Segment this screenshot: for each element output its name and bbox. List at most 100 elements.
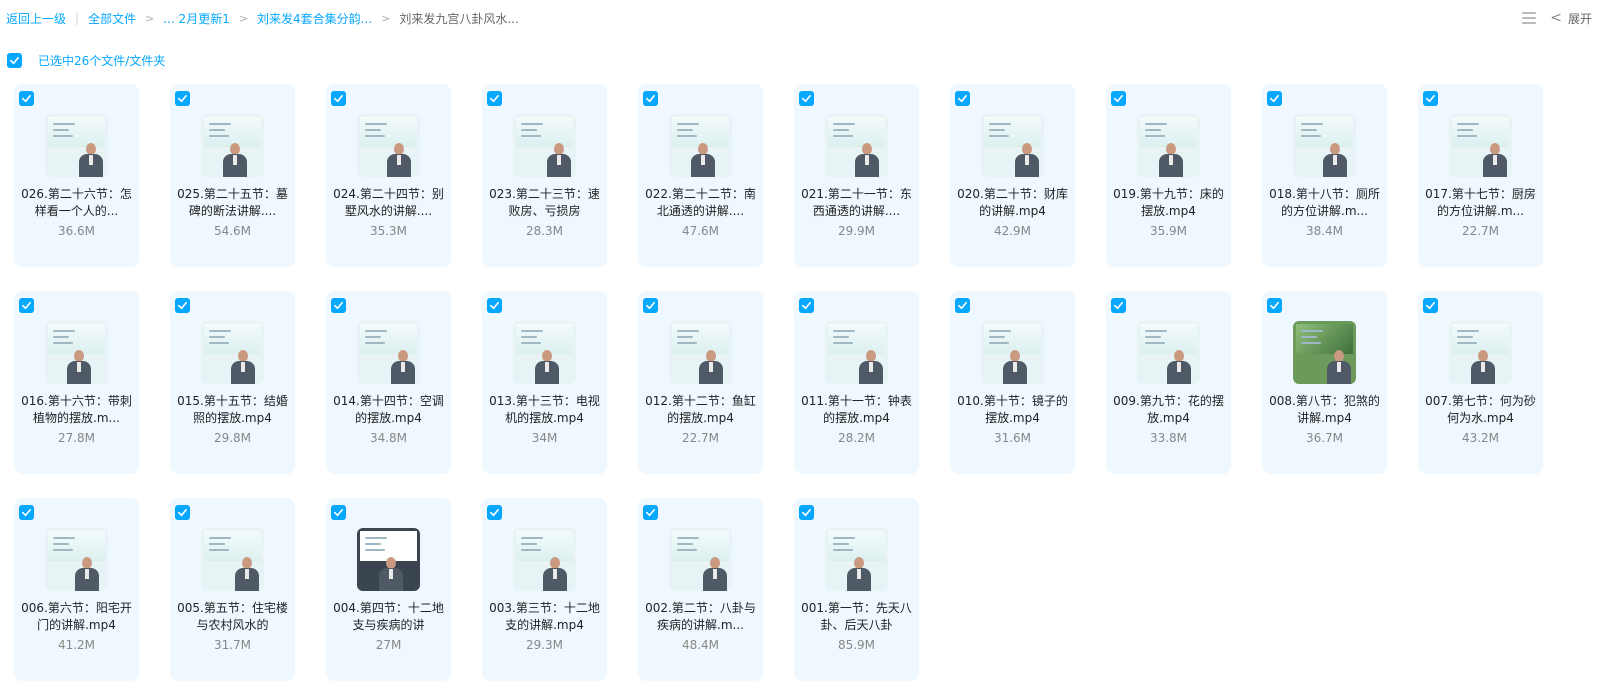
file-name: 007.第七节：何为砂何为水.mp4: [1425, 394, 1536, 425]
check-icon: [334, 301, 343, 310]
file-card[interactable]: 016.第十六节：带刺植物的摆放.m... 27.8M: [14, 291, 139, 474]
file-checkbox[interactable]: [799, 91, 814, 106]
check-icon: [178, 94, 187, 103]
file-checkbox[interactable]: [955, 91, 970, 106]
file-checkbox[interactable]: [799, 298, 814, 313]
video-thumbnail-icon: [201, 528, 264, 591]
file-card[interactable]: 025.第二十五节：墓碑的断法讲解.... 54.6M: [170, 84, 295, 267]
file-card[interactable]: 008.第八节：犯煞的讲解.mp4 36.7M: [1262, 291, 1387, 474]
file-card[interactable]: 002.第二节：八卦与疾病的讲解.m... 48.4M: [638, 498, 763, 681]
file-card[interactable]: 014.第十四节：空调的摆放.mp4 34.8M: [326, 291, 451, 474]
file-size: 48.4M: [681, 638, 720, 652]
video-thumbnail-icon: [1449, 321, 1512, 384]
file-checkbox[interactable]: [487, 505, 502, 520]
video-thumbnail-icon: [513, 114, 576, 177]
file-card[interactable]: 012.第十二节：鱼缸的摆放.mp4 22.7M: [638, 291, 763, 474]
file-checkbox[interactable]: [1267, 91, 1282, 106]
video-thumbnail-icon: [1137, 321, 1200, 384]
breadcrumb-all-files[interactable]: 全部文件: [88, 10, 136, 27]
video-thumbnail-icon: [45, 528, 108, 591]
file-size: 35.3M: [369, 224, 408, 238]
video-thumbnail-icon: [45, 321, 108, 384]
file-size: 28.3M: [525, 224, 564, 238]
video-thumbnail-icon: [1137, 114, 1200, 177]
file-checkbox[interactable]: [1423, 298, 1438, 313]
list-view-icon[interactable]: [1522, 12, 1537, 24]
file-card[interactable]: 018.第十八节：厕所的方位讲解.m... 38.4M: [1262, 84, 1387, 267]
check-icon: [22, 508, 31, 517]
file-checkbox[interactable]: [175, 505, 190, 520]
file-name: 010.第十节：镜子的摆放.mp4: [957, 394, 1068, 425]
file-checkbox[interactable]: [331, 298, 346, 313]
file-checkbox[interactable]: [19, 91, 34, 106]
back-link[interactable]: 返回上一级: [6, 10, 66, 27]
file-size: 27.8M: [57, 431, 96, 445]
file-card[interactable]: 005.第五节：住宅楼与农村风水的 31.7M: [170, 498, 295, 681]
selection-bar: 已选中26个文件/文件夹: [7, 52, 165, 68]
file-card[interactable]: 010.第十节：镜子的摆放.mp4 31.6M: [950, 291, 1075, 474]
video-thumbnail-icon: [513, 528, 576, 591]
file-checkbox[interactable]: [487, 298, 502, 313]
file-card[interactable]: 015.第十五节：结婚照的摆放.mp4 29.8M: [170, 291, 295, 474]
file-size: 38.4M: [1305, 224, 1344, 238]
file-checkbox[interactable]: [487, 91, 502, 106]
check-icon: [22, 301, 31, 310]
check-icon: [334, 94, 343, 103]
file-checkbox[interactable]: [331, 91, 346, 106]
file-card[interactable]: 001.第一节：先天八卦、后天八卦 85.9M: [794, 498, 919, 681]
file-checkbox[interactable]: [19, 298, 34, 313]
select-all-checkbox[interactable]: [7, 52, 22, 68]
file-card[interactable]: 013.第十三节：电视机的摆放.mp4 34M: [482, 291, 607, 474]
file-checkbox[interactable]: [331, 505, 346, 520]
file-name: 014.第十四节：空调的摆放.mp4: [333, 394, 444, 425]
file-name: 015.第十五节：结婚照的摆放.mp4: [177, 394, 288, 425]
file-card[interactable]: 003.第三节：十二地支的讲解.mp4 29.3M: [482, 498, 607, 681]
file-card[interactable]: 021.第二十一节：东西通透的讲解.... 29.9M: [794, 84, 919, 267]
file-checkbox[interactable]: [1111, 91, 1126, 106]
file-card[interactable]: 006.第六节：阳宅开门的讲解.mp4 41.2M: [14, 498, 139, 681]
video-thumbnail-icon: [825, 528, 888, 591]
check-icon: [802, 301, 811, 310]
file-name: 003.第三节：十二地支的讲解.mp4: [489, 601, 600, 632]
file-card[interactable]: 011.第十一节：钟表的摆放.mp4 28.2M: [794, 291, 919, 474]
file-card[interactable]: 007.第七节：何为砂何为水.mp4 43.2M: [1418, 291, 1543, 474]
file-card[interactable]: 023.第二十三节：速败房、亏损房 28.3M: [482, 84, 607, 267]
video-thumbnail-icon: [1293, 114, 1356, 177]
file-checkbox[interactable]: [955, 298, 970, 313]
file-card[interactable]: 004.第四节：十二地支与疾病的讲 27M: [326, 498, 451, 681]
check-icon: [802, 94, 811, 103]
file-checkbox[interactable]: [799, 505, 814, 520]
file-size: 29.3M: [525, 638, 564, 652]
breadcrumb-folder-2[interactable]: 刘来发4套合集分韵...: [257, 10, 372, 27]
file-checkbox[interactable]: [175, 91, 190, 106]
file-card[interactable]: 022.第二十二节：南北通透的讲解.... 47.6M: [638, 84, 763, 267]
expand-button[interactable]: < 展开: [1550, 10, 1592, 27]
breadcrumb: 返回上一级 | 全部文件 > ... 2月更新1 > 刘来发4套合集分韵... …: [0, 0, 1604, 36]
file-checkbox[interactable]: [643, 91, 658, 106]
video-thumbnail-icon: [825, 321, 888, 384]
file-card[interactable]: 026.第二十六节：怎样看一个人的... 36.6M: [14, 84, 139, 267]
file-checkbox[interactable]: [19, 505, 34, 520]
file-checkbox[interactable]: [1267, 298, 1282, 313]
file-checkbox[interactable]: [643, 505, 658, 520]
file-card[interactable]: 017.第十七节：厨房的方位讲解.m... 22.7M: [1418, 84, 1543, 267]
breadcrumb-folder-1[interactable]: ... 2月更新1: [163, 10, 230, 27]
check-icon: [646, 301, 655, 310]
file-checkbox[interactable]: [1111, 298, 1126, 313]
file-checkbox[interactable]: [643, 298, 658, 313]
file-size: 33.8M: [1149, 431, 1188, 445]
selection-count-label: 已选中26个文件/文件夹: [38, 53, 166, 68]
check-icon: [1426, 301, 1435, 310]
file-size: 28.2M: [837, 431, 876, 445]
file-card[interactable]: 019.第十九节：床的摆放.mp4 35.9M: [1106, 84, 1231, 267]
check-icon: [490, 301, 499, 310]
file-card[interactable]: 009.第九节：花的摆放.mp4 33.8M: [1106, 291, 1231, 474]
file-card[interactable]: 020.第二十节：财库的讲解.mp4 42.9M: [950, 84, 1075, 267]
file-checkbox[interactable]: [175, 298, 190, 313]
check-icon: [1426, 94, 1435, 103]
file-checkbox[interactable]: [1423, 91, 1438, 106]
file-name: 026.第二十六节：怎样看一个人的...: [21, 187, 132, 218]
check-icon: [178, 508, 187, 517]
file-card[interactable]: 024.第二十四节：别墅风水的讲解.... 35.3M: [326, 84, 451, 267]
toolbar-right: < 展开: [1522, 0, 1592, 36]
